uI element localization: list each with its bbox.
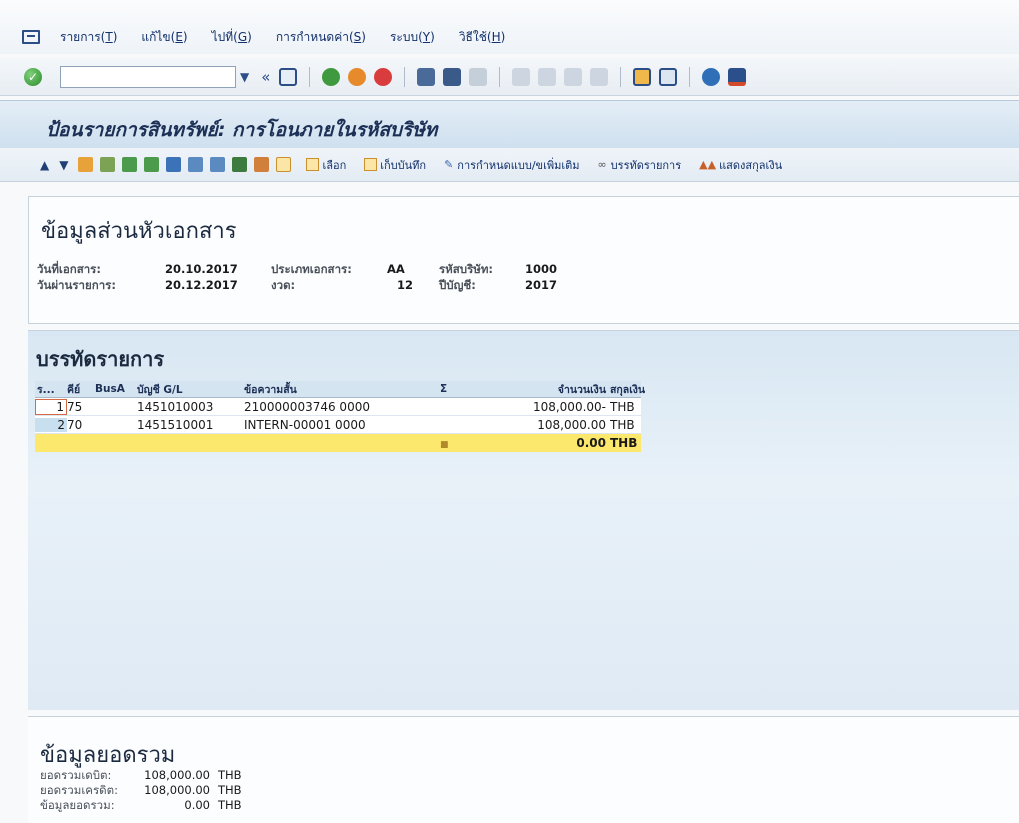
move-up-icon[interactable]: ▲ <box>40 158 49 172</box>
sort-ascending-icon[interactable] <box>122 157 138 172</box>
short-text: INTERN-00001 0000 <box>244 417 366 432</box>
help-icon[interactable] <box>702 67 721 86</box>
posting-date-field: วันผ่านรายการ: 20.12.2017 <box>37 278 238 292</box>
gl-account: 1451510001 <box>137 417 214 432</box>
new-session-icon[interactable] <box>633 67 652 86</box>
table-row[interactable]: 1 75 1451010003 210000003746 0000 108,00… <box>35 398 641 416</box>
amount: 108,000.00- <box>532 399 606 414</box>
back-icon[interactable] <box>322 67 341 86</box>
sort-descending-icon[interactable] <box>144 157 160 172</box>
save-items-icon <box>364 158 378 171</box>
row-number[interactable]: 2 <box>35 417 67 432</box>
cancel-icon[interactable] <box>374 67 393 86</box>
menu-item-edit[interactable]: แก้ไข(E) <box>141 28 187 47</box>
find-next-icon[interactable] <box>469 67 488 86</box>
sum-icon[interactable] <box>232 157 248 172</box>
sum-marker-icon: ■ <box>440 440 449 450</box>
application-toolbar: ▲ ▼ เลือก เก็บบันทึก ✎ การกำหนดแบบ/ขเพิ่ม… <box>0 148 1019 182</box>
enter-check-icon[interactable]: ✓ <box>24 67 42 86</box>
column-header[interactable]: จำนวนเงิน <box>470 381 610 398</box>
totals-panel: ข้อมูลยอดรวม ยอดรวมเดบิต: 108,000.00 THB ย… <box>28 716 1019 823</box>
line-items-heading: บรรทัดรายการ <box>36 347 165 371</box>
filter-icon[interactable] <box>166 157 182 172</box>
column-header[interactable]: บัญชี G/L <box>137 381 244 398</box>
command-dropdown-icon[interactable]: ▼ <box>240 70 249 84</box>
back-nav-icon[interactable]: « <box>261 68 270 86</box>
move-down-icon[interactable]: ▼ <box>59 158 68 172</box>
toolbar-separator <box>404 66 406 87</box>
select-icon <box>306 158 320 171</box>
menu-item-goto[interactable]: ไปที่(G) <box>212 28 252 47</box>
select-button[interactable]: เลือก <box>306 156 346 174</box>
previous-page-icon[interactable] <box>538 67 557 86</box>
copy-icon[interactable] <box>276 157 292 172</box>
search-icon[interactable] <box>100 157 116 172</box>
pencil-icon: ✎ <box>444 158 454 171</box>
command-field[interactable] <box>60 65 236 88</box>
currency-icon: ▲▲ <box>699 158 717 171</box>
delete-row-icon[interactable] <box>210 157 226 172</box>
show-currency-button[interactable]: ▲▲ แสดงสกุลเงิน <box>699 156 782 174</box>
currency: THB <box>610 399 635 414</box>
shortcut-icon[interactable] <box>659 67 678 86</box>
first-page-icon[interactable] <box>512 67 531 86</box>
table-header: ร... คีย์ BusA บัญชี G/L ข้อความสั้น Σ จ… <box>35 381 645 398</box>
fiscal-year-field: ปีบัญชี: 2017 <box>439 278 558 292</box>
save-items-button[interactable]: เก็บบันทึก <box>364 156 426 174</box>
gl-account: 1451010003 <box>137 399 214 414</box>
menu-item-help[interactable]: วิธีใช้(H) <box>459 28 505 47</box>
line-items-table: ร... คีย์ BusA บัญชี G/L ข้อความสั้น Σ จ… <box>35 381 645 452</box>
amount: 108,000.00 <box>537 417 606 432</box>
insert-row-icon[interactable] <box>188 157 204 172</box>
currency: THB <box>610 417 635 432</box>
document-header-heading: ข้อมูลส่วนหัวเอกสาร <box>41 219 237 244</box>
menu-item-system[interactable]: ระบบ(Y) <box>390 28 435 47</box>
posting-key: 70 <box>67 417 83 432</box>
menu-icon[interactable] <box>22 30 40 44</box>
column-header[interactable]: ร... <box>35 381 67 398</box>
menu-item-settings[interactable]: การกำหนดค่า(S) <box>276 28 366 47</box>
line-items-button[interactable]: ∞ บรรทัดรายการ <box>598 156 682 174</box>
menu-item-list[interactable]: รายการ(T) <box>60 28 117 47</box>
title-bar: ป้อนรายการสินทรัพย์: การโอนภายในรหัสบริษ… <box>0 100 1019 148</box>
column-header[interactable]: ข้อความสั้น <box>244 381 440 398</box>
toolbar-separator <box>689 66 691 87</box>
toolbar-separator <box>620 66 622 87</box>
total-amount: 0.00 <box>576 436 606 450</box>
total-row: ■ 0.00 THB <box>35 434 641 452</box>
toolbar-separator <box>499 66 501 87</box>
toolbar-separator <box>309 66 311 87</box>
link-icon: ∞ <box>597 158 607 171</box>
document-header-panel: ข้อมูลส่วนหัวเอกสาร วันที่เอกสาร: 20.10.2… <box>28 196 1019 324</box>
column-header[interactable]: BusA <box>95 383 137 395</box>
balance-field: ข้อมูลยอดรวม: 0.00 THB <box>40 798 242 812</box>
find-icon[interactable] <box>443 67 462 86</box>
line-items-panel: บรรทัดรายการ ร... คีย์ BusA บัญชี G/L ข้… <box>28 330 1019 710</box>
print-icon[interactable] <box>417 67 436 86</box>
menu-bar: รายการ(T) แก้ไข(E) ไปที่(G) การกำหนดค่า(… <box>0 0 1019 54</box>
defaults-button[interactable]: ✎ การกำหนดแบบ/ขเพิ่มเติม <box>444 156 579 174</box>
last-page-icon[interactable] <box>590 67 609 86</box>
save-icon[interactable] <box>279 67 298 86</box>
table-row[interactable]: 2 70 1451510001 INTERN-00001 0000 108,00… <box>35 416 641 434</box>
row-number[interactable]: 1 <box>35 398 67 415</box>
next-page-icon[interactable] <box>564 67 583 86</box>
standard-toolbar: ✓ ▼ « <box>0 58 1019 96</box>
column-header[interactable]: สกุลเงิน <box>610 381 645 398</box>
period-field: งวด: 12 <box>271 278 414 292</box>
short-text: 210000003746 0000 <box>244 399 370 414</box>
detail-icon[interactable] <box>78 157 94 172</box>
posting-key: 75 <box>67 399 83 414</box>
customize-layout-icon[interactable] <box>728 67 747 86</box>
exit-icon[interactable] <box>348 67 367 86</box>
subtotal-icon[interactable] <box>254 157 270 172</box>
column-header[interactable]: Σ <box>440 383 470 395</box>
page-title: ป้อนรายการสินทรัพย์: การโอนภายในรหัสบริษ… <box>46 119 438 141</box>
column-header[interactable]: คีย์ <box>67 381 95 398</box>
total-currency: THB <box>610 436 638 450</box>
